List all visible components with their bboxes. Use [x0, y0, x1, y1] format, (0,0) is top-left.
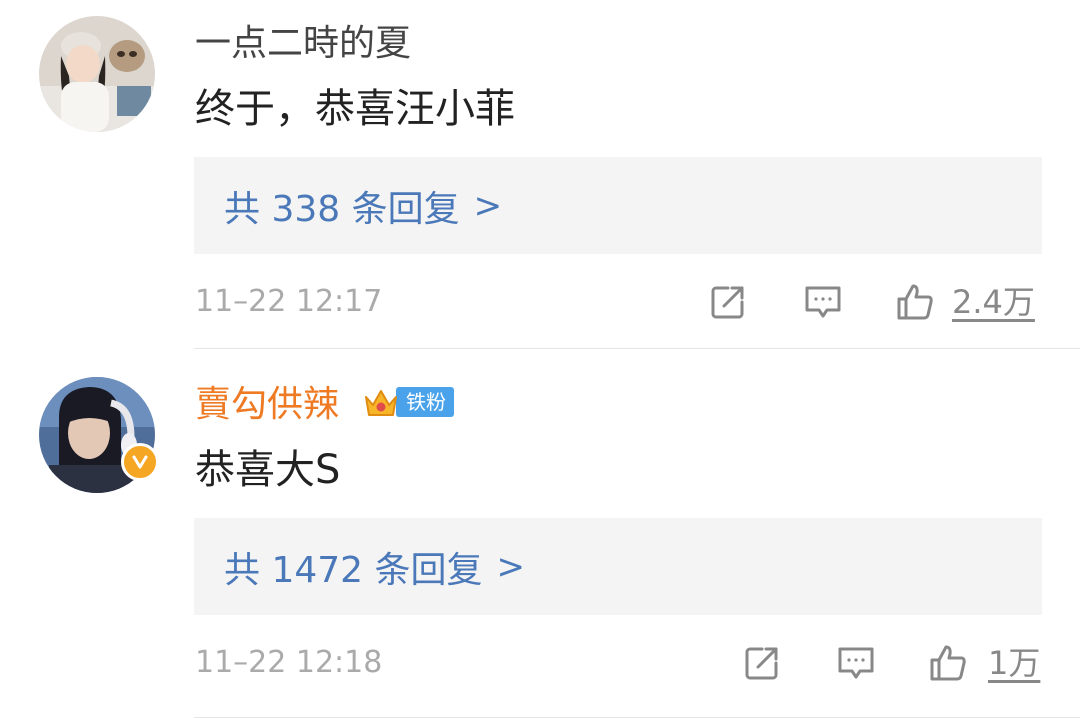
comment-text: 终于，恭喜汪小菲	[195, 86, 515, 132]
like-count[interactable]: 1万	[988, 641, 1040, 685]
like-icon[interactable]	[895, 282, 935, 322]
fan-badge[interactable]: 铁粉	[362, 382, 454, 422]
like-count[interactable]: 2.4万	[952, 280, 1035, 324]
timestamp: 11–22 12:17	[195, 284, 383, 319]
view-replies-button[interactable]: 共 1472 条回复 >	[194, 518, 1042, 615]
comment-icon[interactable]	[836, 643, 876, 683]
view-replies-button[interactable]: 共 338 条回复 >	[194, 157, 1042, 254]
avatar[interactable]	[39, 16, 155, 132]
crown-icon	[365, 390, 397, 416]
like-icon[interactable]	[928, 643, 968, 683]
comment-icon[interactable]	[803, 282, 843, 322]
share-icon[interactable]	[708, 282, 748, 322]
fan-badge-label: 铁粉	[396, 387, 454, 417]
chevron-right-icon: >	[473, 185, 503, 226]
replies-label: 共 338 条回复	[224, 188, 460, 230]
share-icon[interactable]	[742, 643, 782, 683]
verified-icon	[121, 443, 159, 481]
chevron-right-icon: >	[496, 546, 526, 587]
comment-item: 賣勾供辣 铁粉 恭喜大S 共 1472 条回复 > 11–22 12:18 1万	[0, 349, 1080, 718]
avatar-image	[39, 16, 155, 132]
username[interactable]: 一点二時的夏	[195, 22, 411, 66]
comment-item: 一点二時的夏 终于，恭喜汪小菲 共 338 条回复 > 11–22 12:17	[0, 0, 1080, 349]
replies-label: 共 1472 条回复	[224, 549, 483, 591]
comment-text: 恭喜大S	[195, 447, 341, 493]
comment-meta: 11–22 12:17 2.4万	[195, 280, 1042, 324]
timestamp: 11–22 12:18	[195, 645, 383, 680]
comment-meta: 11–22 12:18 1万	[195, 641, 1042, 685]
username[interactable]: 賣勾供辣	[195, 383, 339, 427]
